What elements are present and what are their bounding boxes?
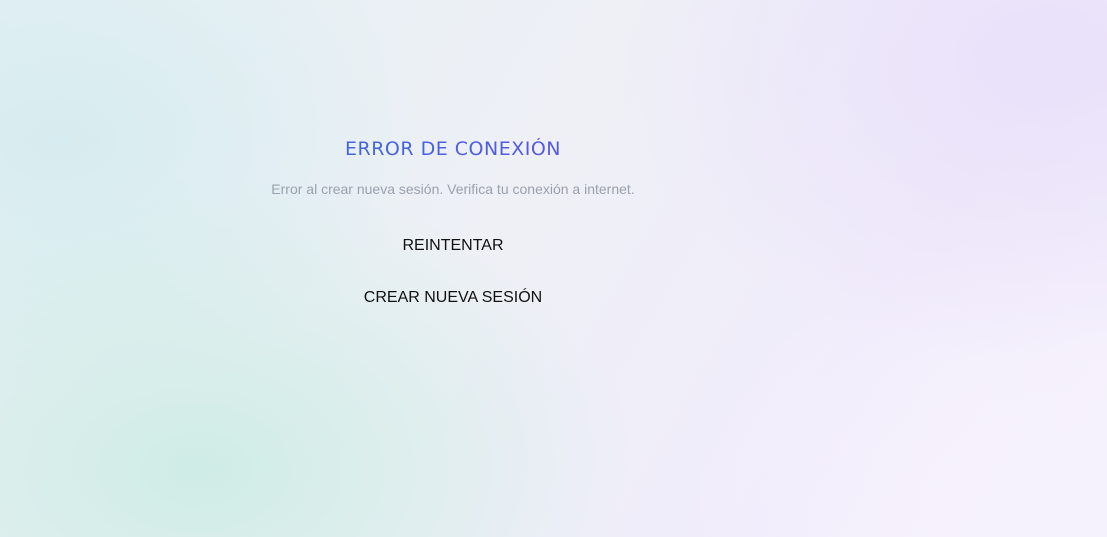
error-message: Error al crear nueva sesión. Verifica tu… xyxy=(271,181,635,197)
error-title: ERROR DE CONEXIÓN xyxy=(0,138,906,160)
retry-button[interactable]: REINTENTAR xyxy=(390,233,515,259)
connection-error-panel: ERROR DE CONEXIÓN Error al crear nueva s… xyxy=(0,0,906,537)
create-new-session-button[interactable]: CREAR NUEVA SESIÓN xyxy=(352,285,554,311)
